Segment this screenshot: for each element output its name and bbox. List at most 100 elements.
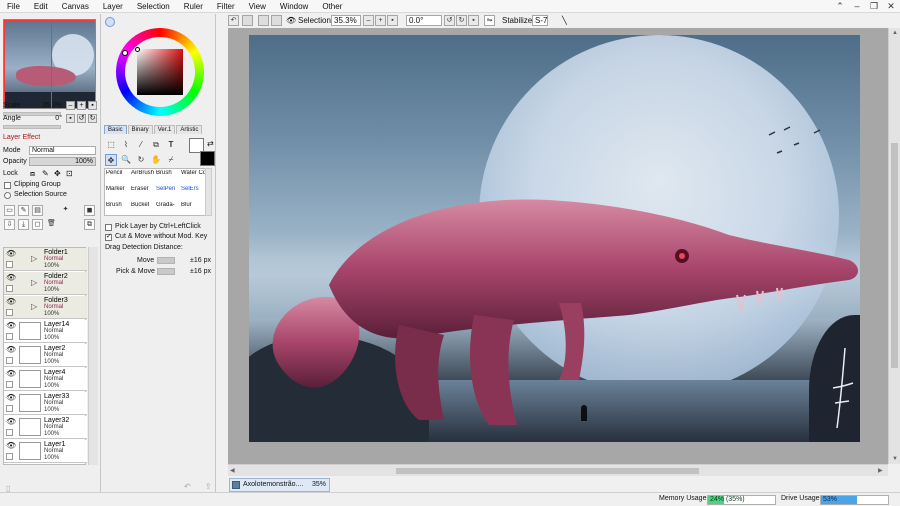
visibility-eye-icon[interactable]: 👁 [6, 442, 16, 450]
transfer-down-icon[interactable]: ⇩ [4, 219, 15, 230]
tab-artistic[interactable]: Artistic [176, 125, 203, 134]
canvas-vertical-scrollbar[interactable]: ▲ ▼ [888, 28, 900, 464]
pick-layer-checkbox[interactable] [105, 224, 112, 231]
document-tab[interactable]: Axolotemonstrão.... 35% [229, 478, 330, 492]
layer-properties-icon[interactable]: ⧉ [84, 219, 95, 230]
folder-expand-icon[interactable]: ▷ [31, 254, 37, 263]
scroll-up-icon[interactable]: ▲ [892, 30, 898, 36]
redo-button[interactable] [242, 15, 253, 26]
visibility-eye-icon[interactable]: 👁 [6, 346, 16, 354]
brush-slot[interactable]: Eraser [130, 186, 155, 201]
layer-settings-icon[interactable]: ✦ [60, 205, 71, 216]
brush-list-scrollbar[interactable] [205, 168, 212, 216]
scroll-right-icon[interactable]: ▶ [878, 467, 883, 474]
layer-lock-checkbox[interactable] [6, 309, 13, 316]
tab-ver1[interactable]: Ver.1 [153, 125, 176, 134]
blend-mode-select[interactable]: Normal [29, 146, 96, 155]
brush-slot[interactable]: Bucket [130, 202, 155, 217]
layer-row[interactable]: 👁 Layer33 Normal 100% [4, 392, 87, 415]
menu-edit[interactable]: Edit [27, 0, 55, 13]
move-tool-icon[interactable]: ✥ [105, 154, 117, 166]
invert-selection-button[interactable] [271, 15, 282, 26]
rotate-left-button[interactable]: ↺ [77, 114, 86, 123]
lasso-icon[interactable]: ⌇ [120, 139, 132, 151]
menu-view[interactable]: View [242, 0, 273, 13]
visibility-eye-icon[interactable]: 👁 [6, 274, 16, 282]
sv-picker[interactable] [135, 47, 140, 52]
painting-canvas[interactable] [249, 35, 860, 442]
layer-lock-checkbox[interactable] [6, 357, 13, 364]
visibility-eye-icon[interactable]: 👁 [6, 298, 16, 306]
pick-move-distance-slider[interactable] [157, 268, 175, 275]
new-layer-icon[interactable]: ▭ [4, 205, 15, 216]
cut-move-checkbox[interactable]: ✓ [105, 233, 112, 241]
scroll-down-icon[interactable]: ▼ [892, 456, 898, 462]
rotate-reset-button[interactable]: ▪ [66, 114, 75, 123]
angle-slider[interactable] [3, 125, 61, 129]
restore-icon[interactable]: ❐ [867, 0, 881, 12]
layer-list-scrollbar[interactable] [88, 247, 98, 465]
tab-basic[interactable]: Basic [104, 125, 127, 134]
angle-select[interactable]: 0.0° [406, 15, 442, 26]
canvas-horizontal-scrollbar[interactable]: ◀ ▶ [228, 464, 888, 476]
layer-lock-checkbox[interactable] [6, 261, 13, 268]
layer-lock-checkbox[interactable] [6, 429, 13, 436]
vertical-scroll-thumb[interactable] [891, 143, 898, 368]
layer-lock-checkbox[interactable] [6, 381, 13, 388]
brush-slot[interactable]: Pencil [105, 170, 130, 185]
navigator-preview[interactable] [3, 19, 96, 109]
rotate-right-button[interactable]: ↻ [88, 114, 97, 123]
layer-row[interactable]: 👁 Layer14 Normal 100% [4, 320, 87, 343]
delete-layer-icon[interactable]: 🗑 [46, 219, 57, 230]
tab-binary[interactable]: Binary [127, 125, 153, 134]
eyedropper-icon[interactable]: ⌿ [165, 154, 177, 166]
brush-slot[interactable]: Brush [155, 170, 180, 185]
hue-picker[interactable] [122, 50, 128, 56]
layer-folder-row[interactable]: 👁 ▷ Folder3 Normal 100% [4, 296, 87, 319]
layer-lock-checkbox[interactable] [6, 285, 13, 292]
menu-canvas[interactable]: Canvas [55, 0, 96, 13]
move-distance-slider[interactable] [157, 257, 175, 264]
color-wheel[interactable] [116, 28, 204, 116]
lock-move-icon[interactable]: ✥ [54, 169, 61, 178]
layer-row[interactable]: 👁 Layer32 Normal 100% [4, 416, 87, 439]
layer-lock-checkbox[interactable] [6, 405, 13, 412]
brush-slot[interactable]: SelPen [155, 186, 180, 201]
selection-source-checkbox[interactable] [4, 192, 11, 199]
menu-ruler[interactable]: Ruler [177, 0, 210, 13]
layer-folder-row[interactable]: 👁 ▷ Folder1 Normal 100% [4, 248, 87, 271]
clear-layer-icon[interactable]: ◻ [32, 219, 43, 230]
layer-mask-icon[interactable]: ◼ [84, 205, 95, 216]
stabilizer-select[interactable]: S-7 [532, 15, 548, 26]
menu-filter[interactable]: Filter [210, 0, 242, 13]
menu-file[interactable]: File [0, 0, 27, 13]
layer-effect-toggle[interactable]: Layer Effect [3, 134, 40, 141]
toolbar-rotate-reset-button[interactable]: ▪ [468, 15, 479, 26]
zoom-out-button[interactable]: – [66, 101, 75, 110]
lock-position-icon[interactable]: ✎ [42, 169, 49, 178]
select-pen-icon[interactable]: ⧉ [150, 139, 162, 151]
visibility-eye-icon[interactable]: 👁 [6, 250, 16, 258]
visibility-eye-icon[interactable]: 👁 [6, 370, 16, 378]
visibility-eye-icon[interactable]: 👁 [6, 418, 16, 426]
toolbar-rotate-left-button[interactable]: ↺ [444, 15, 455, 26]
toolbar-zoom-reset-button[interactable]: ▪ [387, 15, 398, 26]
layer-folder-row[interactable]: 👁 ▷ Folder2 Normal 100% [4, 272, 87, 295]
layer-row[interactable]: 👁 Layer2 Normal 100% [4, 344, 87, 367]
minimize-icon[interactable]: – [850, 0, 864, 12]
menu-other[interactable]: Other [315, 0, 349, 13]
visibility-eye-icon[interactable]: 👁 [6, 322, 16, 330]
deselect-button[interactable] [258, 15, 269, 26]
brush-slot[interactable]: SelErs [180, 186, 205, 201]
background-color-swatch[interactable] [200, 151, 215, 166]
toolbar-zoom-in-button[interactable]: + [375, 15, 386, 26]
swap-colors-icon[interactable]: ⇄ [207, 139, 214, 148]
magic-wand-icon[interactable]: ⁄ [135, 139, 147, 151]
flip-canvas-button[interactable]: ⇋ [484, 15, 495, 26]
export-icon[interactable]: ⇪ [205, 482, 212, 491]
zoom-in-button[interactable]: + [77, 101, 86, 110]
hand-tool-icon[interactable]: ✋ [150, 154, 162, 166]
clipping-group-checkbox[interactable] [4, 182, 11, 189]
collapse-icon[interactable]: ⌃ [833, 0, 847, 12]
layer-row[interactable]: 👁 Layer4 Normal 100% [4, 368, 87, 391]
